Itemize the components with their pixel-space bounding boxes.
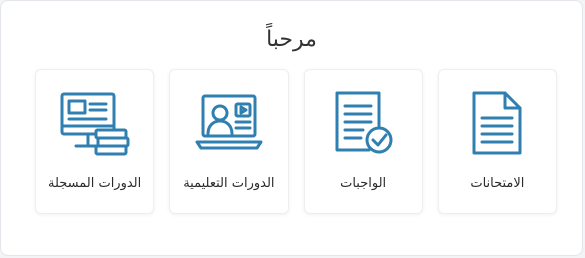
online-lesson-icon [170, 90, 287, 156]
menu-cards: الامتحانات الواجبات الدورات التعليمية ال… [35, 69, 557, 214]
assignment-check-icon [305, 90, 422, 156]
assignments-label: الواجبات [340, 176, 387, 191]
exams-label: الامتحانات [470, 176, 525, 191]
page-title: مرحباً [266, 27, 317, 52]
computer-books-icon [36, 90, 153, 156]
courses-label: الدورات التعليمية [183, 176, 275, 191]
registered-courses-label: الدورات المسجلة [47, 176, 142, 191]
exams-card[interactable]: الامتحانات [437, 69, 557, 214]
document-icon [439, 90, 556, 156]
welcome-panel: مرحباً الامتحانات الواجبات الدورات التعل… [0, 0, 583, 256]
courses-card[interactable]: الدورات التعليمية [169, 69, 289, 214]
assignments-card[interactable]: الواجبات [303, 69, 423, 214]
registered-courses-card[interactable]: الدورات المسجلة [35, 69, 155, 214]
